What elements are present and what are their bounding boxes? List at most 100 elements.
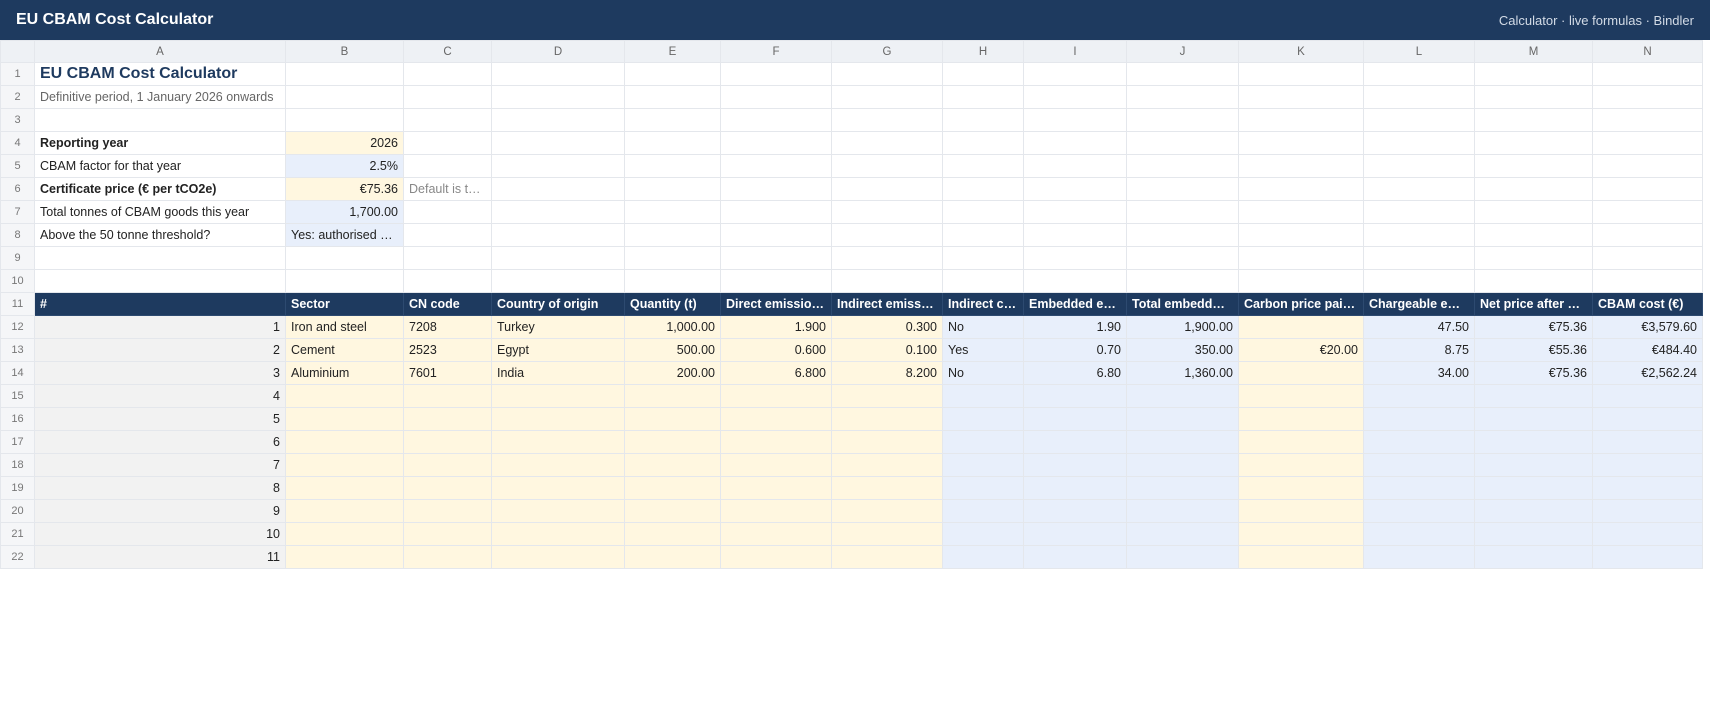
cell[interactable]	[1592, 131, 1703, 155]
cell[interactable]	[942, 131, 1024, 155]
data-cell[interactable]	[942, 522, 1024, 546]
row-number[interactable]: 17	[0, 430, 35, 454]
data-cell[interactable]	[831, 545, 943, 569]
data-cell[interactable]	[285, 499, 404, 523]
data-cell[interactable]	[1592, 430, 1703, 454]
data-cell[interactable]: €75.36	[1474, 315, 1593, 339]
cell[interactable]	[831, 177, 943, 201]
cell[interactable]	[1023, 85, 1127, 109]
data-cell[interactable]	[1592, 545, 1703, 569]
data-cell[interactable]	[491, 384, 625, 408]
cell[interactable]	[1238, 177, 1364, 201]
cell[interactable]	[1474, 85, 1593, 109]
table-header-cell[interactable]: Sector	[285, 292, 404, 316]
table-header-cell[interactable]: CBAM cost (€)	[1592, 292, 1703, 316]
data-cell[interactable]	[624, 453, 721, 477]
param-label[interactable]: Certificate price (€ per tCO2e)	[34, 177, 286, 201]
cell[interactable]	[34, 269, 286, 293]
param-value[interactable]: €75.36	[285, 177, 404, 201]
row-number[interactable]: 13	[0, 338, 35, 362]
data-cell[interactable]	[942, 453, 1024, 477]
cell[interactable]	[1238, 200, 1364, 224]
cell[interactable]	[1023, 200, 1127, 224]
row-number[interactable]: 16	[0, 407, 35, 431]
sheet-title[interactable]: EU CBAM Cost Calculator	[34, 62, 286, 86]
cell[interactable]	[831, 154, 943, 178]
data-cell[interactable]	[491, 522, 625, 546]
data-cell[interactable]: €75.36	[1474, 361, 1593, 385]
cell[interactable]	[1474, 269, 1593, 293]
data-cell[interactable]	[1363, 476, 1475, 500]
cell[interactable]	[831, 62, 943, 86]
cell[interactable]	[1474, 177, 1593, 201]
data-cell[interactable]	[942, 545, 1024, 569]
cell[interactable]	[624, 62, 721, 86]
cell[interactable]	[831, 131, 943, 155]
cell[interactable]	[1238, 131, 1364, 155]
row-number[interactable]: 8	[0, 223, 35, 247]
data-cell[interactable]	[1023, 522, 1127, 546]
data-cell[interactable]: 7601	[403, 361, 492, 385]
data-cell[interactable]	[624, 407, 721, 431]
cell[interactable]	[942, 223, 1024, 247]
row-index[interactable]: 2	[34, 338, 286, 362]
data-cell[interactable]	[1363, 545, 1475, 569]
data-cell[interactable]	[1238, 453, 1364, 477]
column-header[interactable]: L	[1363, 40, 1475, 63]
data-cell[interactable]	[720, 430, 832, 454]
cell[interactable]	[831, 223, 943, 247]
table-header-cell[interactable]: Indirect c…	[942, 292, 1024, 316]
cell[interactable]	[403, 62, 492, 86]
data-cell[interactable]: 8.200	[831, 361, 943, 385]
data-cell[interactable]	[1023, 384, 1127, 408]
data-cell[interactable]: 200.00	[624, 361, 721, 385]
cell[interactable]	[1023, 154, 1127, 178]
data-cell[interactable]	[1238, 384, 1364, 408]
data-cell[interactable]	[1474, 499, 1593, 523]
param-label[interactable]: Reporting year	[34, 131, 286, 155]
cell[interactable]	[285, 108, 404, 132]
data-cell[interactable]	[1474, 522, 1593, 546]
column-header[interactable]: K	[1238, 40, 1364, 63]
data-cell[interactable]	[1363, 453, 1475, 477]
row-index[interactable]: 3	[34, 361, 286, 385]
data-cell[interactable]: €3,579.60	[1592, 315, 1703, 339]
cell[interactable]	[720, 177, 832, 201]
row-number[interactable]: 1	[0, 62, 35, 86]
sheet-subtitle[interactable]: Definitive period, 1 January 2026 onward…	[34, 85, 286, 109]
cell[interactable]	[34, 246, 286, 270]
cell[interactable]	[624, 246, 721, 270]
cell[interactable]	[942, 246, 1024, 270]
data-cell[interactable]	[942, 476, 1024, 500]
data-cell[interactable]	[1474, 407, 1593, 431]
cell[interactable]	[831, 200, 943, 224]
column-header[interactable]: M	[1474, 40, 1593, 63]
data-cell[interactable]	[403, 499, 492, 523]
param-note[interactable]	[403, 131, 492, 155]
cell[interactable]	[1592, 108, 1703, 132]
cell[interactable]	[624, 108, 721, 132]
cell[interactable]	[1126, 85, 1239, 109]
data-cell[interactable]: €2,562.24	[1592, 361, 1703, 385]
data-cell[interactable]: 8.75	[1363, 338, 1475, 362]
cell[interactable]	[491, 200, 625, 224]
data-cell[interactable]	[403, 453, 492, 477]
data-cell[interactable]: €484.40	[1592, 338, 1703, 362]
row-number[interactable]: 5	[0, 154, 35, 178]
data-cell[interactable]	[1474, 545, 1593, 569]
cell[interactable]	[491, 223, 625, 247]
cell[interactable]	[491, 108, 625, 132]
column-header[interactable]: I	[1023, 40, 1127, 63]
param-value[interactable]: Yes: authorised …	[285, 223, 404, 247]
data-cell[interactable]	[720, 453, 832, 477]
cell[interactable]	[1126, 223, 1239, 247]
data-cell[interactable]	[1023, 476, 1127, 500]
cell[interactable]	[1592, 246, 1703, 270]
cell[interactable]	[720, 246, 832, 270]
cell[interactable]	[942, 154, 1024, 178]
param-note[interactable]: Default is t…	[403, 177, 492, 201]
row-number[interactable]: 4	[0, 131, 35, 155]
data-cell[interactable]	[1126, 430, 1239, 454]
data-cell[interactable]	[1023, 430, 1127, 454]
data-cell[interactable]	[1126, 407, 1239, 431]
